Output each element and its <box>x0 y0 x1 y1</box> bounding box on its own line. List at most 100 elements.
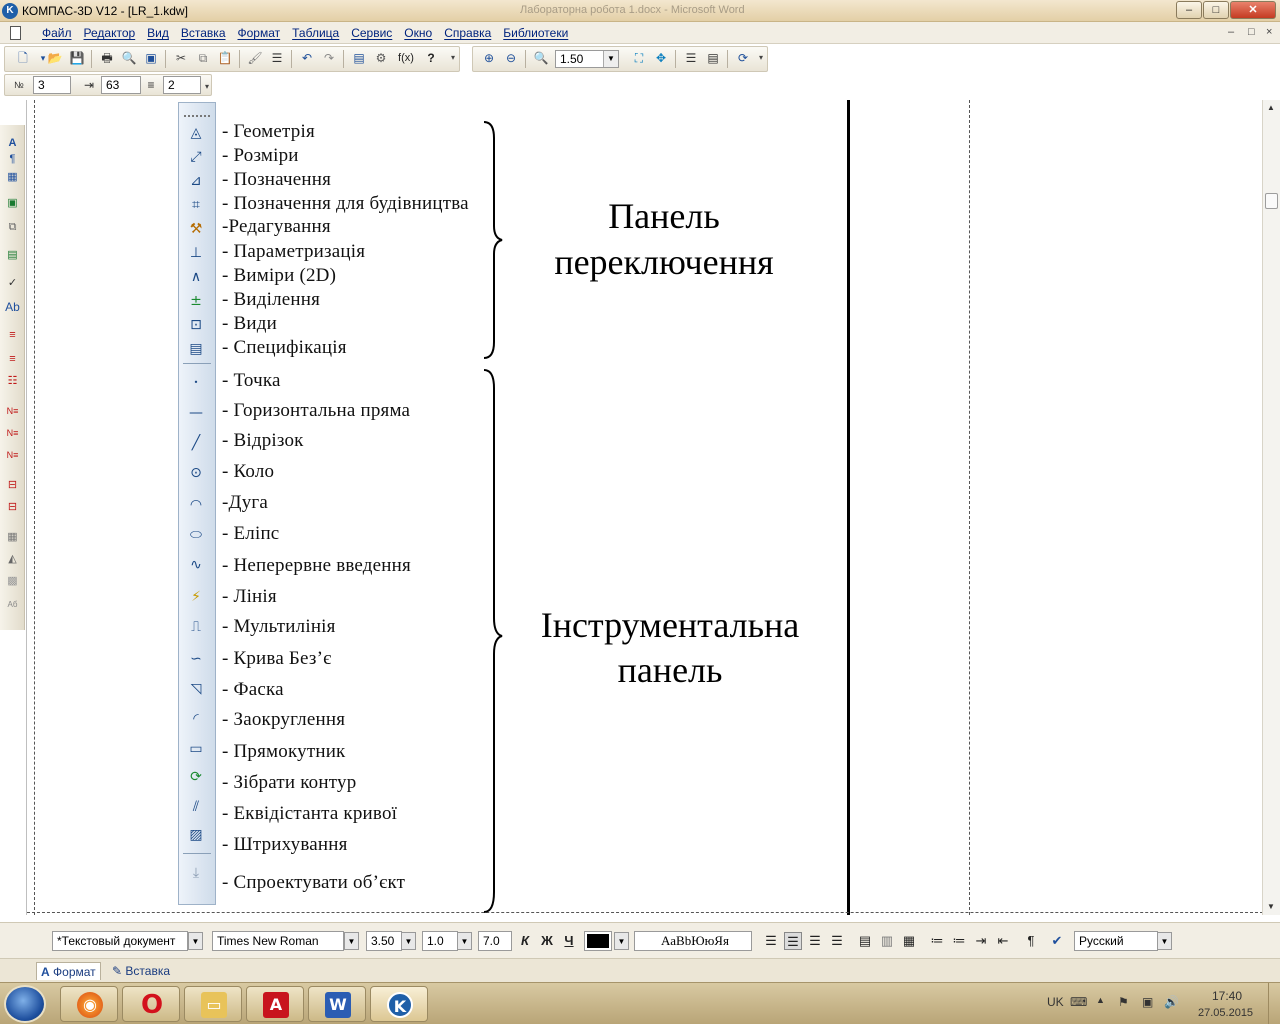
bulleted-list-icon[interactable]: ≔ <box>950 932 968 950</box>
network-icon[interactable]: ▣ <box>1142 995 1153 1009</box>
font-select[interactable]: Times New Roman <box>212 931 344 951</box>
scroll-down-icon[interactable]: ▼ <box>1267 902 1275 911</box>
hyphenation-icon[interactable]: ▥ <box>878 932 896 950</box>
align-right-icon[interactable]: ☰ <box>806 932 824 950</box>
taskbar-kompas[interactable]: K <box>370 986 428 1022</box>
menu-view[interactable]: Вид <box>141 26 175 40</box>
table-icon[interactable]: ▦ <box>4 169 21 185</box>
bold-button[interactable]: Ж <box>538 932 556 950</box>
copy-icon[interactable]: ⧉ <box>195 50 211 66</box>
style-select[interactable]: *Текстовый документ <box>52 931 188 951</box>
menu-file[interactable]: Файл <box>36 26 78 40</box>
font-size-select[interactable]: 3.50 <box>366 931 402 951</box>
taskbar-acrobat[interactable]: A <box>246 986 304 1022</box>
taskbar-opera[interactable]: O <box>122 986 180 1022</box>
mdi-minimize-button[interactable]: – <box>1228 26 1234 38</box>
insert-text-icon[interactable]: ▤ <box>856 932 874 950</box>
zoom-window-icon[interactable]: 🔍 <box>533 50 549 66</box>
vertical-scrollbar[interactable]: ▲ ▼ <box>1262 100 1280 915</box>
language-indicator[interactable]: UK <box>1047 995 1064 1009</box>
paste-icon[interactable]: 📋 <box>217 50 233 66</box>
menu-table[interactable]: Таблица <box>286 26 345 40</box>
toolbar-options-icon[interactable]: ▾ <box>445 50 461 66</box>
mdi-restore-button[interactable]: □ <box>1248 26 1255 38</box>
insert-special-icon[interactable]: ▦ <box>900 932 918 950</box>
scroll-thumb[interactable] <box>1265 193 1278 209</box>
close-button[interactable]: ✕ <box>1230 1 1276 19</box>
taskbar-firefox[interactable]: ◉ <box>60 986 118 1022</box>
list-bullets-icon[interactable]: ≡ <box>4 351 21 367</box>
menu-format[interactable]: Формат <box>232 26 287 40</box>
language-dropdown-icon[interactable]: ▼ <box>1157 932 1172 950</box>
text-color-select[interactable] <box>584 931 612 951</box>
frame-2-icon[interactable]: ⊟ <box>4 499 21 515</box>
menu-service[interactable]: Сервис <box>345 26 398 40</box>
menu-insert[interactable]: Вставка <box>175 26 232 40</box>
spacing-dropdown-icon[interactable]: ▼ <box>457 932 472 950</box>
decrease-indent-icon[interactable]: ⇤ <box>994 932 1012 950</box>
spelling-icon[interactable]: ✔ <box>1048 932 1066 950</box>
style-dropdown-icon[interactable]: ▼ <box>188 932 203 950</box>
align-left-icon[interactable]: ☰ <box>762 932 780 950</box>
mdi-close-button[interactable]: × <box>1266 26 1272 38</box>
numbering-2-icon[interactable]: N≡ <box>4 425 21 441</box>
save-icon[interactable]: 💾 <box>69 50 85 66</box>
numbering-icon[interactable]: N≡ <box>4 403 21 419</box>
font-dropdown-icon[interactable]: ▼ <box>344 932 359 950</box>
show-desktop-button[interactable] <box>1268 983 1280 1024</box>
tab-insert[interactable]: ✎ Вставка <box>108 962 174 980</box>
refresh-icon[interactable]: ⟳ <box>735 50 751 66</box>
cut-icon[interactable]: ✂ <box>173 50 189 66</box>
numbering-3-icon[interactable]: N≡ <box>4 447 21 463</box>
properties-icon[interactable]: ☰ <box>269 50 285 66</box>
keyboard-icon[interactable]: ⌨ <box>1070 995 1087 1009</box>
list-icon[interactable]: ≡ <box>4 327 21 343</box>
open-folder-icon[interactable]: 📂 <box>47 50 63 66</box>
number-field[interactable]: 3 <box>33 76 71 94</box>
zoom-out-icon[interactable]: ⊖ <box>503 50 519 66</box>
pan-icon[interactable]: ✥ <box>653 50 669 66</box>
spacing-select[interactable]: 1.0 <box>422 931 458 951</box>
help-cursor-icon[interactable]: ? <box>423 50 439 66</box>
tab-format[interactable]: A Формат <box>36 962 101 980</box>
spell-check-icon[interactable]: ✓ <box>4 275 21 291</box>
variables-icon[interactable]: f(x) <box>395 50 417 66</box>
taskbar-explorer[interactable]: ▭ <box>184 986 242 1022</box>
toolbar-options-icon[interactable]: ▾ <box>753 50 769 66</box>
undo-icon[interactable]: ↶ <box>299 50 315 66</box>
underline-button[interactable]: Ч <box>560 932 578 950</box>
redo-icon[interactable]: ↷ <box>321 50 337 66</box>
width-field[interactable]: 7.0 <box>478 931 512 951</box>
save-all-icon[interactable]: ▣ <box>143 50 159 66</box>
document-icon[interactable] <box>10 26 21 40</box>
frame-icon[interactable]: ⊟ <box>4 477 21 493</box>
image-icon[interactable]: ▩ <box>4 573 21 589</box>
action-center-icon[interactable]: ⚑ <box>1118 995 1129 1009</box>
start-button[interactable] <box>4 985 46 1023</box>
page-layout-icon[interactable]: ☰ <box>683 50 699 66</box>
copy-format-icon[interactable]: ⧉ <box>4 219 21 235</box>
print-preview-icon[interactable]: 🔍 <box>121 50 137 66</box>
format-brush-icon[interactable]: 🖌 <box>247 50 263 66</box>
line-spacing-field[interactable]: 2 <box>163 76 201 94</box>
show-hidden-icons[interactable]: ▲ <box>1096 995 1105 1005</box>
increase-indent-icon[interactable]: ⇥ <box>972 932 990 950</box>
zoom-input[interactable]: 1.50 ▼ <box>555 50 619 68</box>
zoom-in-icon[interactable]: ⊕ <box>481 50 497 66</box>
language-select[interactable]: Русский <box>1074 931 1158 951</box>
menu-editor[interactable]: Редактор <box>78 26 142 40</box>
align-center-icon[interactable]: ☰ <box>784 932 802 950</box>
taskbar-word[interactable]: W <box>308 986 366 1022</box>
maximize-button[interactable]: □ <box>1203 1 1229 19</box>
align-justify-icon[interactable]: ☰ <box>828 932 846 950</box>
text-tool-icon[interactable]: A <box>4 135 21 151</box>
kompas-app-icon[interactable]: K <box>2 3 18 19</box>
toolbar-options-icon[interactable]: ▾ <box>199 79 215 95</box>
paragraph-icon[interactable]: ¶ <box>4 151 21 167</box>
numbered-list-icon[interactable]: ≔ <box>928 932 946 950</box>
scroll-up-icon[interactable]: ▲ <box>1267 103 1275 112</box>
italic-button[interactable]: К <box>516 932 534 950</box>
abc-icon[interactable]: Ab <box>4 299 21 315</box>
new-document-icon[interactable]: 🗋 <box>15 50 31 66</box>
grid-icon[interactable]: ▦ <box>4 529 21 545</box>
